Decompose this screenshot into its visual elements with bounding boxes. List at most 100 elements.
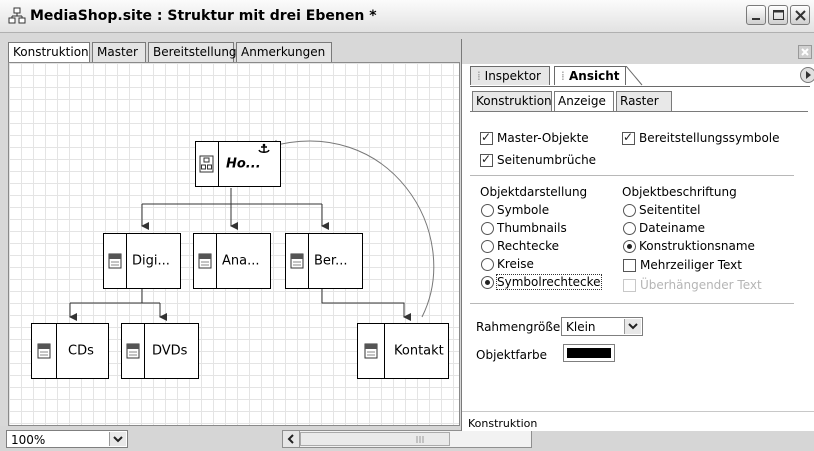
grip-icon: ⁞ <box>477 69 481 83</box>
subtab-label: Raster <box>620 94 659 108</box>
panel-menu-button[interactable] <box>800 67 814 83</box>
radio-kreise[interactable] <box>481 258 494 271</box>
radio-label: Kreise <box>497 257 534 271</box>
zoom-value: 100% <box>11 433 46 447</box>
radio-label: Symbolrechtecke <box>496 274 602 290</box>
tab-slant <box>626 66 643 86</box>
radio-label: Symbole <box>497 203 550 217</box>
objektdarstellung-heading: Objektdarstellung <box>480 185 588 199</box>
page-icon <box>194 234 217 288</box>
radio-rechtecke[interactable] <box>481 240 494 253</box>
chevron-down-icon <box>109 432 126 446</box>
ueberhaengender-text-label: Überhängender Text <box>640 278 762 292</box>
master-objekte-checkbox[interactable] <box>480 130 493 145</box>
window-title: MediaShop.site : Struktur mit drei Ebene… <box>30 8 377 24</box>
site-icon <box>8 7 26 24</box>
tab-ansicht[interactable]: ⁞ Ansicht <box>554 66 626 85</box>
scroll-thumb[interactable] <box>300 432 450 446</box>
site-node-ana[interactable]: Ana... <box>193 233 271 289</box>
radio-label: Rechtecke <box>497 239 559 253</box>
horizontal-scrollbar[interactable] <box>282 430 532 448</box>
objektfarbe-swatch-button[interactable] <box>563 344 615 362</box>
subtab-konstruktion[interactable]: Konstruktion <box>472 91 552 111</box>
scroll-left-arrow-icon[interactable] <box>283 431 300 447</box>
section-divider <box>470 303 794 304</box>
connector-arrow <box>321 289 411 321</box>
site-node-home[interactable]: Ho... <box>195 141 281 187</box>
tab-master[interactable]: Master <box>92 42 146 62</box>
site-node-dvds[interactable]: DVDs <box>121 323 199 379</box>
maximize-icon <box>773 10 784 20</box>
mehrzeiliger-text-label: Mehrzeiliger Text <box>640 258 742 272</box>
tab-inspektor[interactable]: ⁞ Inspektor <box>470 66 550 85</box>
radio-label: Seitentitel <box>639 203 701 217</box>
bereitstellungssymbole-label: Bereitstellungssymbole <box>639 131 780 145</box>
radio-label: Dateiname <box>639 221 706 235</box>
link-arrow <box>268 139 435 318</box>
node-label: Digi... <box>132 253 170 269</box>
tab-label: Master <box>97 45 138 59</box>
site-structure-canvas[interactable]: Ho... Digi... Ana... Ber... CDs DVDs Kon… <box>8 62 460 426</box>
seitenumbrueche-label: Seitenumbrüche <box>497 153 597 167</box>
zoom-select[interactable]: 100% <box>6 430 128 448</box>
radio-label: Thumbnails <box>497 221 567 235</box>
bereitstellungssymbole-checkbox[interactable] <box>622 130 635 145</box>
objektfarbe-label: Objektfarbe <box>476 348 547 362</box>
page-icon <box>286 234 309 288</box>
close-button[interactable] <box>790 5 810 25</box>
subtab-label: Anzeige <box>558 94 606 108</box>
radio-symbolrechtecke[interactable] <box>481 276 494 289</box>
subtab-raster[interactable]: Raster <box>616 91 672 111</box>
tab-konstruktion[interactable]: Konstruktion <box>8 42 90 63</box>
tab-label: Bereitstellung <box>153 45 237 59</box>
tab-label: Konstruktion <box>13 45 89 59</box>
node-label: Kontakt <box>394 343 444 359</box>
mehrzeiliger-text-checkbox[interactable] <box>623 259 636 272</box>
tab-label: Ansicht <box>569 69 620 83</box>
scroll-thumb-grip-icon <box>416 436 424 443</box>
page-icon <box>104 234 127 288</box>
site-node-kontakt[interactable]: Kontakt <box>357 323 449 379</box>
ueberhaengender-text-checkbox[interactable] <box>623 279 636 292</box>
panel-header <box>462 39 814 64</box>
radio-dateiname[interactable] <box>623 222 636 235</box>
page-icon <box>32 324 57 378</box>
subtab-anzeige[interactable]: Anzeige <box>554 91 614 111</box>
close-icon <box>801 48 809 56</box>
site-node-digi[interactable]: Digi... <box>103 233 181 289</box>
radio-thumbnails[interactable] <box>481 222 494 235</box>
panel-footer-status: Konstruktion <box>468 417 538 430</box>
panel-tab-bar: ⁞ Inspektor ⁞ Ansicht <box>470 66 814 87</box>
footer-divider <box>462 411 814 412</box>
tab-bereitstellung[interactable]: Bereitstellung <box>148 42 237 62</box>
grip-icon: ⁞ <box>561 69 565 83</box>
radio-seitentitel[interactable] <box>623 204 636 217</box>
node-label: DVDs <box>152 343 188 359</box>
section-divider <box>470 175 794 176</box>
rahmengroesse-label: Rahmengröße <box>476 320 561 334</box>
tab-label: Anmerkungen <box>241 45 326 59</box>
tab-anmerkungen[interactable]: Anmerkungen <box>236 42 332 62</box>
tab-label: Inspektor <box>484 69 541 83</box>
minimize-button[interactable] <box>746 5 766 25</box>
panel-menu-arrow-icon <box>806 71 811 79</box>
master-objekte-label: Master-Objekte <box>497 131 589 145</box>
node-label: Ber... <box>314 253 348 269</box>
rahmengroesse-select[interactable]: Klein <box>561 317 643 336</box>
view-panel: ⁞ Inspektor ⁞ Ansicht Konstruktion Anzei… <box>461 39 814 431</box>
title-bar: MediaShop.site : Struktur mit drei Ebene… <box>0 0 814 33</box>
site-node-ber[interactable]: Ber... <box>285 233 363 289</box>
seitenumbrueche-checkbox[interactable] <box>480 152 493 167</box>
radio-label: Konstruktionsname <box>639 239 755 253</box>
maximize-button[interactable] <box>768 5 788 25</box>
node-label: Ho... <box>226 156 261 172</box>
color-swatch <box>567 348 611 358</box>
close-icon <box>795 10 806 21</box>
anchor-icon <box>258 143 270 153</box>
radio-symbole[interactable] <box>481 204 494 217</box>
subtab-underline <box>470 111 808 112</box>
site-node-cds[interactable]: CDs <box>31 323 109 379</box>
panel-close-button[interactable] <box>798 45 812 59</box>
minimize-icon <box>752 18 760 20</box>
radio-konstruktionsname[interactable] <box>623 240 636 253</box>
